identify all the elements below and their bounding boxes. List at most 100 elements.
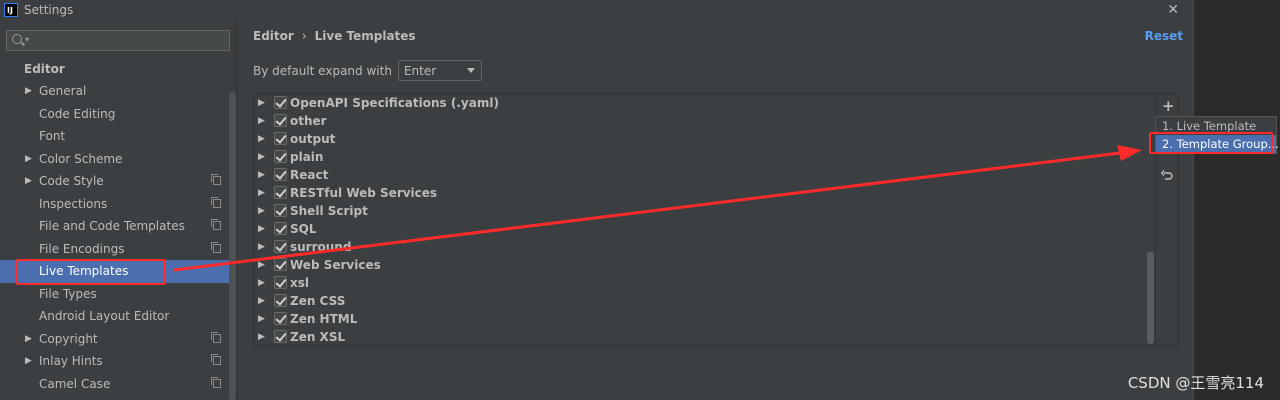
group-enabled-checkbox[interactable] — [274, 330, 287, 343]
template-group-label: Zen CSS — [290, 294, 346, 308]
breadcrumb-separator: › — [301, 29, 307, 43]
sidebar-item-label: Inlay Hints — [39, 354, 103, 369]
settings-sidebar: ▾ Editor ▶ General Code Editing Font ▶ Color … — [0, 20, 237, 400]
expand-arrow-icon[interactable]: ▶ — [258, 296, 265, 306]
expand-arrow-icon[interactable]: ▶ — [258, 242, 265, 252]
sidebar-item-label: Inspections — [39, 196, 108, 211]
template-group-label: output — [290, 132, 336, 146]
sidebar-item-file-encodings[interactable]: File Encodings — [0, 238, 229, 261]
expand-arrow-icon[interactable]: ▶ — [258, 206, 265, 216]
template-group-label: SQL — [290, 222, 317, 236]
template-group-label: surround — [290, 240, 352, 254]
close-icon[interactable]: ✕ — [1167, 2, 1179, 18]
breadcrumb-parent[interactable]: Editor — [253, 29, 294, 43]
expand-arrow-icon[interactable]: ▶ — [258, 116, 265, 126]
settings-search-input[interactable]: ▾ — [6, 30, 230, 51]
group-enabled-checkbox[interactable] — [274, 204, 287, 217]
project-scope-icon — [211, 174, 221, 185]
expand-arrow-icon[interactable]: ▶ — [258, 314, 265, 324]
expand-arrow-icon[interactable]: ▶ — [258, 278, 265, 288]
add-icon[interactable]: + — [1162, 97, 1175, 115]
sidebar-item-label: Code Style — [39, 174, 104, 189]
template-group-label: plain — [290, 150, 324, 164]
template-group-label: OpenAPI Specifications (.yaml) — [290, 96, 499, 110]
sidebar-item-label: Code Editing — [39, 106, 116, 121]
sidebar-item-label: Camel Case — [39, 376, 111, 391]
expand-arrow-icon[interactable]: ▶ — [258, 260, 265, 270]
expand-arrow-icon[interactable]: ▶ — [258, 152, 265, 162]
sidebar-item-label: File Types — [39, 286, 97, 301]
window-title: Settings — [24, 3, 74, 17]
expand-arrow-icon[interactable]: ▶ — [25, 154, 32, 164]
breadcrumb-current: Live Templates — [314, 29, 416, 43]
expand-arrow-icon[interactable]: ▶ — [25, 86, 32, 96]
tree-scrollbar[interactable] — [1147, 252, 1154, 344]
sidebar-section-editor[interactable]: Editor — [24, 62, 65, 76]
group-enabled-checkbox[interactable] — [274, 312, 287, 325]
sidebar-item-code-style[interactable]: ▶ Code Style — [0, 170, 229, 193]
expand-arrow-icon[interactable]: ▶ — [258, 188, 265, 198]
expand-arrow-icon[interactable]: ▶ — [258, 134, 265, 144]
sidebar-item-file-and-code-templates[interactable]: File and Code Templates — [0, 215, 229, 238]
sidebar-item-inlay-hints[interactable]: ▶ Inlay Hints — [0, 350, 229, 373]
sidebar-item-color-scheme[interactable]: ▶ Color Scheme — [0, 148, 229, 171]
sidebar-item-label: Font — [39, 129, 66, 144]
group-enabled-checkbox[interactable] — [274, 132, 287, 145]
group-enabled-checkbox[interactable] — [274, 96, 287, 109]
sidebar-item-label: File Encodings — [39, 241, 125, 256]
template-group-label: other — [290, 114, 327, 128]
reset-link[interactable]: Reset — [1145, 29, 1183, 43]
sidebar-item-camel-case[interactable]: Camel Case — [0, 373, 229, 396]
sidebar-item-label: File and Code Templates — [39, 219, 185, 234]
expand-arrow-icon[interactable]: ▶ — [25, 356, 32, 366]
search-options-caret-icon[interactable]: ▾ — [25, 35, 29, 44]
background-editor-area — [1193, 0, 1280, 400]
template-group-label: Zen XSL — [290, 330, 346, 344]
sidebar-item-inspections[interactable]: Inspections — [0, 193, 229, 216]
group-enabled-checkbox[interactable] — [274, 168, 287, 181]
group-enabled-checkbox[interactable] — [274, 258, 287, 271]
sidebar-item-font[interactable]: Font — [0, 125, 229, 148]
template-group-label: xsl — [290, 276, 309, 290]
group-enabled-checkbox[interactable] — [274, 276, 287, 289]
template-group-label: Zen HTML — [290, 312, 358, 326]
highlight-box-template-group — [1149, 132, 1273, 154]
sidebar-item-general[interactable]: ▶ General — [0, 80, 229, 103]
group-enabled-checkbox[interactable] — [274, 150, 287, 163]
sidebar-item-label: Android Layout Editor — [39, 309, 170, 324]
group-enabled-checkbox[interactable] — [274, 240, 287, 253]
expand-arrow-icon[interactable]: ▶ — [25, 176, 32, 186]
sidebar-item-copyright[interactable]: ▶ Copyright — [0, 328, 229, 351]
group-enabled-checkbox[interactable] — [274, 114, 287, 127]
group-enabled-checkbox[interactable] — [274, 294, 287, 307]
sidebar-item-code-editing[interactable]: Code Editing — [0, 103, 229, 126]
sidebar-item-android-layout-editor[interactable]: Android Layout Editor — [0, 305, 229, 328]
sidebar-item-file-types[interactable]: File Types — [0, 283, 229, 306]
project-scope-icon — [211, 331, 221, 343]
expand-arrow-icon[interactable]: ▶ — [25, 334, 32, 344]
breadcrumb: Editor › Live Templates — [253, 29, 416, 43]
template-group-label: Shell Script — [290, 204, 368, 218]
expand-with-select[interactable]: Enter — [397, 60, 482, 81]
project-scope-icon — [211, 241, 221, 253]
group-enabled-checkbox[interactable] — [274, 222, 287, 235]
project-scope-icon — [211, 354, 221, 365]
search-icon — [12, 34, 22, 44]
template-group-label: React — [290, 168, 329, 182]
dropdown-arrow-icon — [466, 68, 475, 73]
sidebar-item-label: Copyright — [39, 331, 98, 346]
intellij-app-icon: IJ — [4, 3, 18, 17]
template-group-label: Web Services — [290, 258, 381, 272]
undo-icon[interactable] — [1161, 169, 1173, 181]
expand-arrow-icon[interactable]: ▶ — [258, 332, 265, 342]
expand-with-row: By default expand with Enter — [253, 60, 482, 81]
expand-arrow-icon[interactable]: ▶ — [258, 98, 265, 108]
expand-with-value: Enter — [403, 63, 437, 78]
template-groups-tree: ▶ OpenAPI Specifications (.yaml) ▶ other ▶ ou… — [253, 93, 1179, 346]
expand-arrow-icon[interactable]: ▶ — [258, 170, 265, 180]
sidebar-scrollbar[interactable] — [229, 92, 236, 400]
expand-arrow-icon[interactable]: ▶ — [258, 224, 265, 234]
title-bar: IJ Settings ✕ — [0, 0, 1193, 20]
sidebar-item-label: Color Scheme — [39, 151, 123, 166]
group-enabled-checkbox[interactable] — [274, 186, 287, 199]
